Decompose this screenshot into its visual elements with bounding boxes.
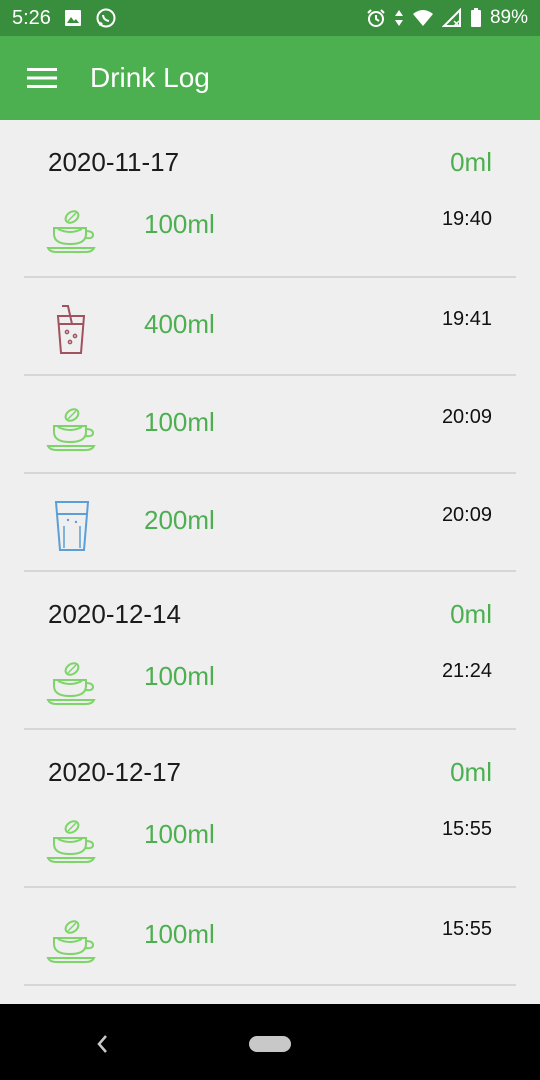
drink-entry[interactable]: 100ml 19:40 xyxy=(24,192,516,278)
date-label: 2020-12-17 xyxy=(48,757,181,787)
entry-amount: 100ml xyxy=(144,407,215,437)
data-arrows-icon xyxy=(394,8,404,28)
app-bar: Drink Log xyxy=(0,36,540,120)
whatsapp-icon xyxy=(95,7,117,29)
date-total: 0ml xyxy=(450,147,492,177)
menu-icon xyxy=(27,68,57,88)
tea-cup-icon xyxy=(46,408,96,451)
signal-icon xyxy=(441,8,462,28)
drink-log-list[interactable]: 2020-11-17 0ml 100ml 19:40 400ml 19:41 1… xyxy=(0,120,540,1004)
soda-glass-icon xyxy=(56,305,86,354)
drink-entry[interactable]: 100ml 15:55 xyxy=(24,888,516,986)
wifi-icon xyxy=(412,9,434,27)
date-header: 2020-12-17 0ml xyxy=(0,730,540,802)
page-title: Drink Log xyxy=(90,62,210,93)
entry-amount: 100ml xyxy=(144,209,215,239)
back-icon[interactable] xyxy=(94,1032,110,1056)
entry-amount: 100ml xyxy=(144,661,215,691)
date-total: 0ml xyxy=(450,599,492,629)
status-left: 5:26 xyxy=(12,7,117,30)
date-group: 2020-12-17 0ml 100ml 15:55 100ml 15:55 xyxy=(0,730,540,986)
status-bar: 5:26 89% xyxy=(0,0,540,36)
drink-entry[interactable]: 200ml 20:09 xyxy=(24,474,516,572)
entry-amount: 200ml xyxy=(144,505,215,535)
tea-cup-icon xyxy=(46,210,96,253)
entry-time: 20:09 xyxy=(441,504,492,526)
status-right: 89% xyxy=(366,7,528,29)
image-icon xyxy=(63,8,83,28)
date-label: 2020-11-17 xyxy=(48,147,180,177)
menu-button[interactable] xyxy=(0,36,84,120)
entry-time: 15:55 xyxy=(441,918,492,940)
battery-icon xyxy=(470,8,482,28)
entry-amount: 400ml xyxy=(144,309,215,339)
date-group: 2020-12-14 0ml 100ml 21:24 xyxy=(0,572,540,730)
entry-amount: 100ml xyxy=(144,919,215,949)
water-glass-icon xyxy=(54,501,90,551)
battery-percent: 89% xyxy=(489,7,528,28)
tea-cup-icon xyxy=(46,920,96,963)
drink-entry[interactable]: 100ml 21:24 xyxy=(24,644,516,730)
drink-entry[interactable]: 400ml 19:41 xyxy=(24,278,516,376)
date-group: 2020-11-17 0ml 100ml 19:40 400ml 19:41 1… xyxy=(0,120,540,572)
date-label: 2020-12-14 xyxy=(48,599,181,629)
entry-amount: 100ml xyxy=(144,819,215,849)
tea-cup-icon xyxy=(46,662,96,705)
drink-entry[interactable]: 100ml 20:09 xyxy=(24,376,516,474)
date-header: 2020-11-17 0ml xyxy=(0,120,540,192)
alarm-icon xyxy=(366,8,386,28)
entry-time: 19:40 xyxy=(441,208,492,230)
date-total: 0ml xyxy=(450,757,492,787)
drink-entry[interactable]: 100ml 15:55 xyxy=(24,802,516,888)
entry-time: 19:41 xyxy=(441,308,492,330)
tea-cup-icon xyxy=(46,820,96,863)
date-header: 2020-12-14 0ml xyxy=(0,572,540,644)
entry-time: 20:09 xyxy=(441,406,492,428)
status-time: 5:26 xyxy=(12,6,51,29)
entry-time: 15:55 xyxy=(441,818,492,840)
home-button[interactable] xyxy=(249,1036,291,1052)
entry-time: 21:24 xyxy=(441,660,492,682)
navigation-bar xyxy=(0,1004,540,1080)
